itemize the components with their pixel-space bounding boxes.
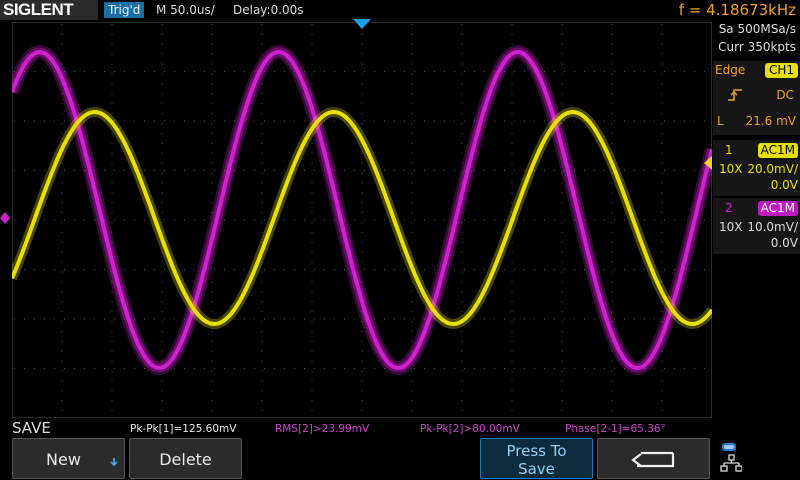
trigger-coupling: DC (776, 88, 794, 102)
trigger-level-value: 21.6 mV (745, 114, 796, 128)
acquisition-panel: Sa 500MSa/s Curr 350kpts (713, 20, 800, 56)
channel-2-panel[interactable]: 2 AC1M 10X 10.0mV/ 0.0V (713, 198, 800, 254)
trigger-panel[interactable]: Edge CH1 DC L 21.6 mV (713, 61, 800, 135)
channel-2-offset-marker[interactable] (0, 212, 10, 224)
save-button-line1: Press To (506, 442, 567, 460)
rising-edge-icon (728, 89, 742, 101)
sample-rate: Sa 500MSa/s (718, 22, 796, 36)
frequency-counter: f = 4.18673kHz (678, 1, 796, 19)
press-to-save-button[interactable]: Press To Save (480, 438, 593, 479)
top-status-bar: SIGLENT Trig'd M 50.0us/ Delay:0.00s f =… (0, 0, 800, 20)
channel-2-number: 2 (725, 201, 733, 215)
channel-1-number: 1 (725, 143, 733, 157)
return-arrow-icon (631, 451, 675, 468)
brand-logo: SIGLENT (0, 0, 98, 20)
channel-2-scale: 10.0mV/ (747, 220, 798, 234)
waveform-display[interactable] (12, 22, 712, 418)
trigger-level-label: L (717, 114, 724, 128)
network-usb-icon[interactable] (720, 443, 742, 475)
new-button[interactable]: New (12, 438, 125, 479)
back-button[interactable] (597, 438, 710, 479)
measurement-rms-ch2: RMS[2]>23.99mV (275, 423, 370, 435)
arrow-down-icon (110, 458, 118, 467)
trigger-status-badge: Trig'd (104, 2, 145, 18)
channel-1-panel[interactable]: 1 AC1M 10X 20.0mV/ 0.0V (713, 140, 800, 196)
memory-depth: Curr 350kpts (718, 40, 796, 54)
channel-1-scale: 20.0mV/ (747, 162, 798, 176)
channel-1-probe: 10X (719, 162, 743, 176)
new-button-label: New (46, 450, 81, 469)
channel-2-probe: 10X (719, 220, 743, 234)
measurement-phase: Phase[2-1]=65.36° (565, 423, 666, 435)
channel-1-coupling-badge: AC1M (757, 143, 798, 158)
save-button-line2: Save (518, 460, 555, 478)
trigger-position-marker[interactable] (353, 19, 371, 29)
channel-2-offset: 0.0V (770, 236, 798, 250)
trigger-type: Edge (715, 63, 746, 77)
graticule-border (12, 22, 712, 418)
measurement-pkpk-ch2: Pk-Pk[2]>80.00mV (420, 423, 520, 435)
delay-readout: Delay:0.00s (233, 3, 304, 17)
delete-button[interactable]: Delete (129, 438, 242, 479)
timebase-readout: M 50.0us/ (156, 3, 215, 17)
channel-1-offset: 0.0V (770, 178, 798, 192)
delete-button-label: Delete (159, 450, 212, 469)
channel-1-trigger-level-marker[interactable] (704, 156, 712, 170)
measurement-pkpk-ch1: Pk-Pk[1]=125.60mV (130, 423, 237, 435)
channel-2-coupling-badge: AC1M (757, 201, 798, 216)
trigger-source-badge: CH1 (764, 63, 798, 78)
menu-title: SAVE (12, 419, 51, 437)
